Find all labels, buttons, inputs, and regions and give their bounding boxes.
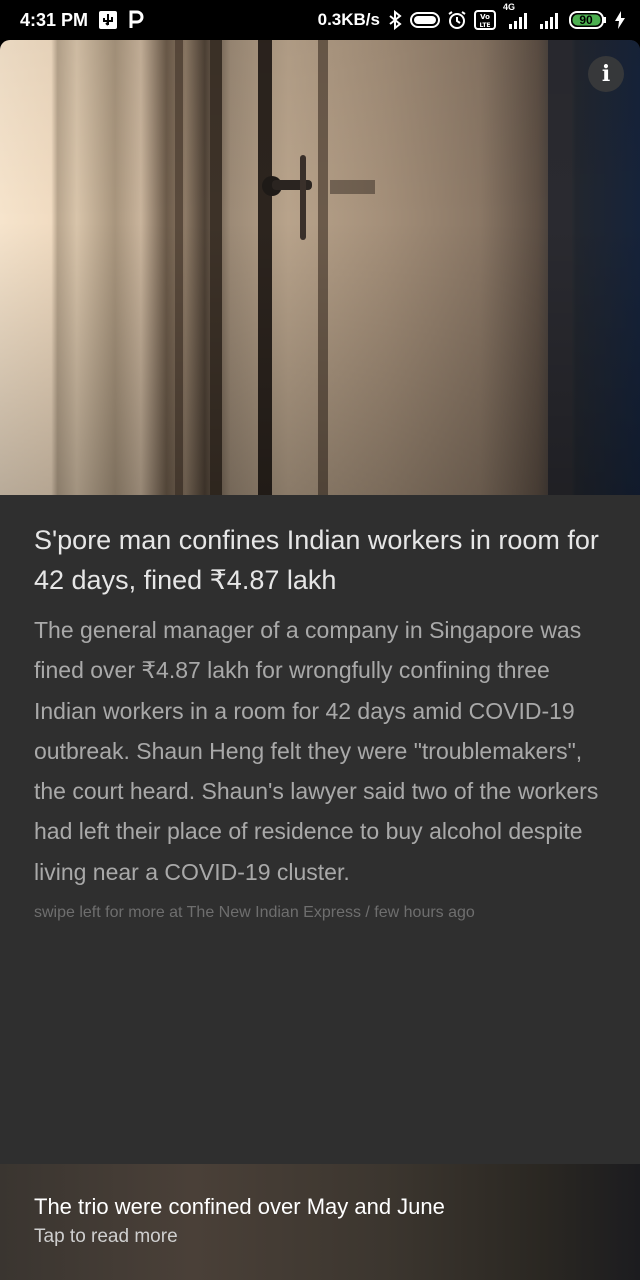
signal-icon: 4G <box>503 2 531 30</box>
paytm-icon <box>128 10 144 30</box>
article-headline: S'pore man confines Indian workers in ro… <box>34 525 599 595</box>
usb-icon <box>98 10 118 30</box>
info-icon[interactable]: i <box>588 56 624 92</box>
svg-text:LTE: LTE <box>479 22 490 29</box>
news-card[interactable]: i S'pore man confines Indian workers in … <box>0 40 640 1280</box>
network-type: 4G <box>503 2 516 12</box>
footer-title: The trio were confined over May and June <box>34 1194 445 1219</box>
status-bar: 4:31 PM 0.3KB/s Vo LTE 4G 90 <box>0 0 640 40</box>
svg-text:Vo: Vo <box>480 13 490 21</box>
article-content: S'pore man confines Indian workers in ro… <box>34 520 606 922</box>
tap-to-read-more[interactable]: Tap to read more <box>34 1226 178 1248</box>
bluetooth-icon <box>387 10 403 30</box>
signal-icon-2 <box>538 10 562 30</box>
battery-level: 90 <box>579 13 593 27</box>
charging-icon <box>614 10 626 30</box>
article-summary: The general manager of a company in Sing… <box>34 617 599 885</box>
read-more-footer[interactable]: The trio were confined over May and June… <box>0 1164 640 1280</box>
status-time: 4:31 PM <box>20 9 89 30</box>
alarm-icon <box>447 10 467 30</box>
hero-image: i <box>0 40 640 495</box>
source-link[interactable]: swipe left for more at The New Indian Ex… <box>34 904 606 922</box>
battery-icon: 90 <box>569 10 607 30</box>
network-speed: 0.3KB/s <box>317 10 380 29</box>
volte-icon: Vo LTE <box>474 10 496 30</box>
toggle-icon <box>410 11 440 29</box>
